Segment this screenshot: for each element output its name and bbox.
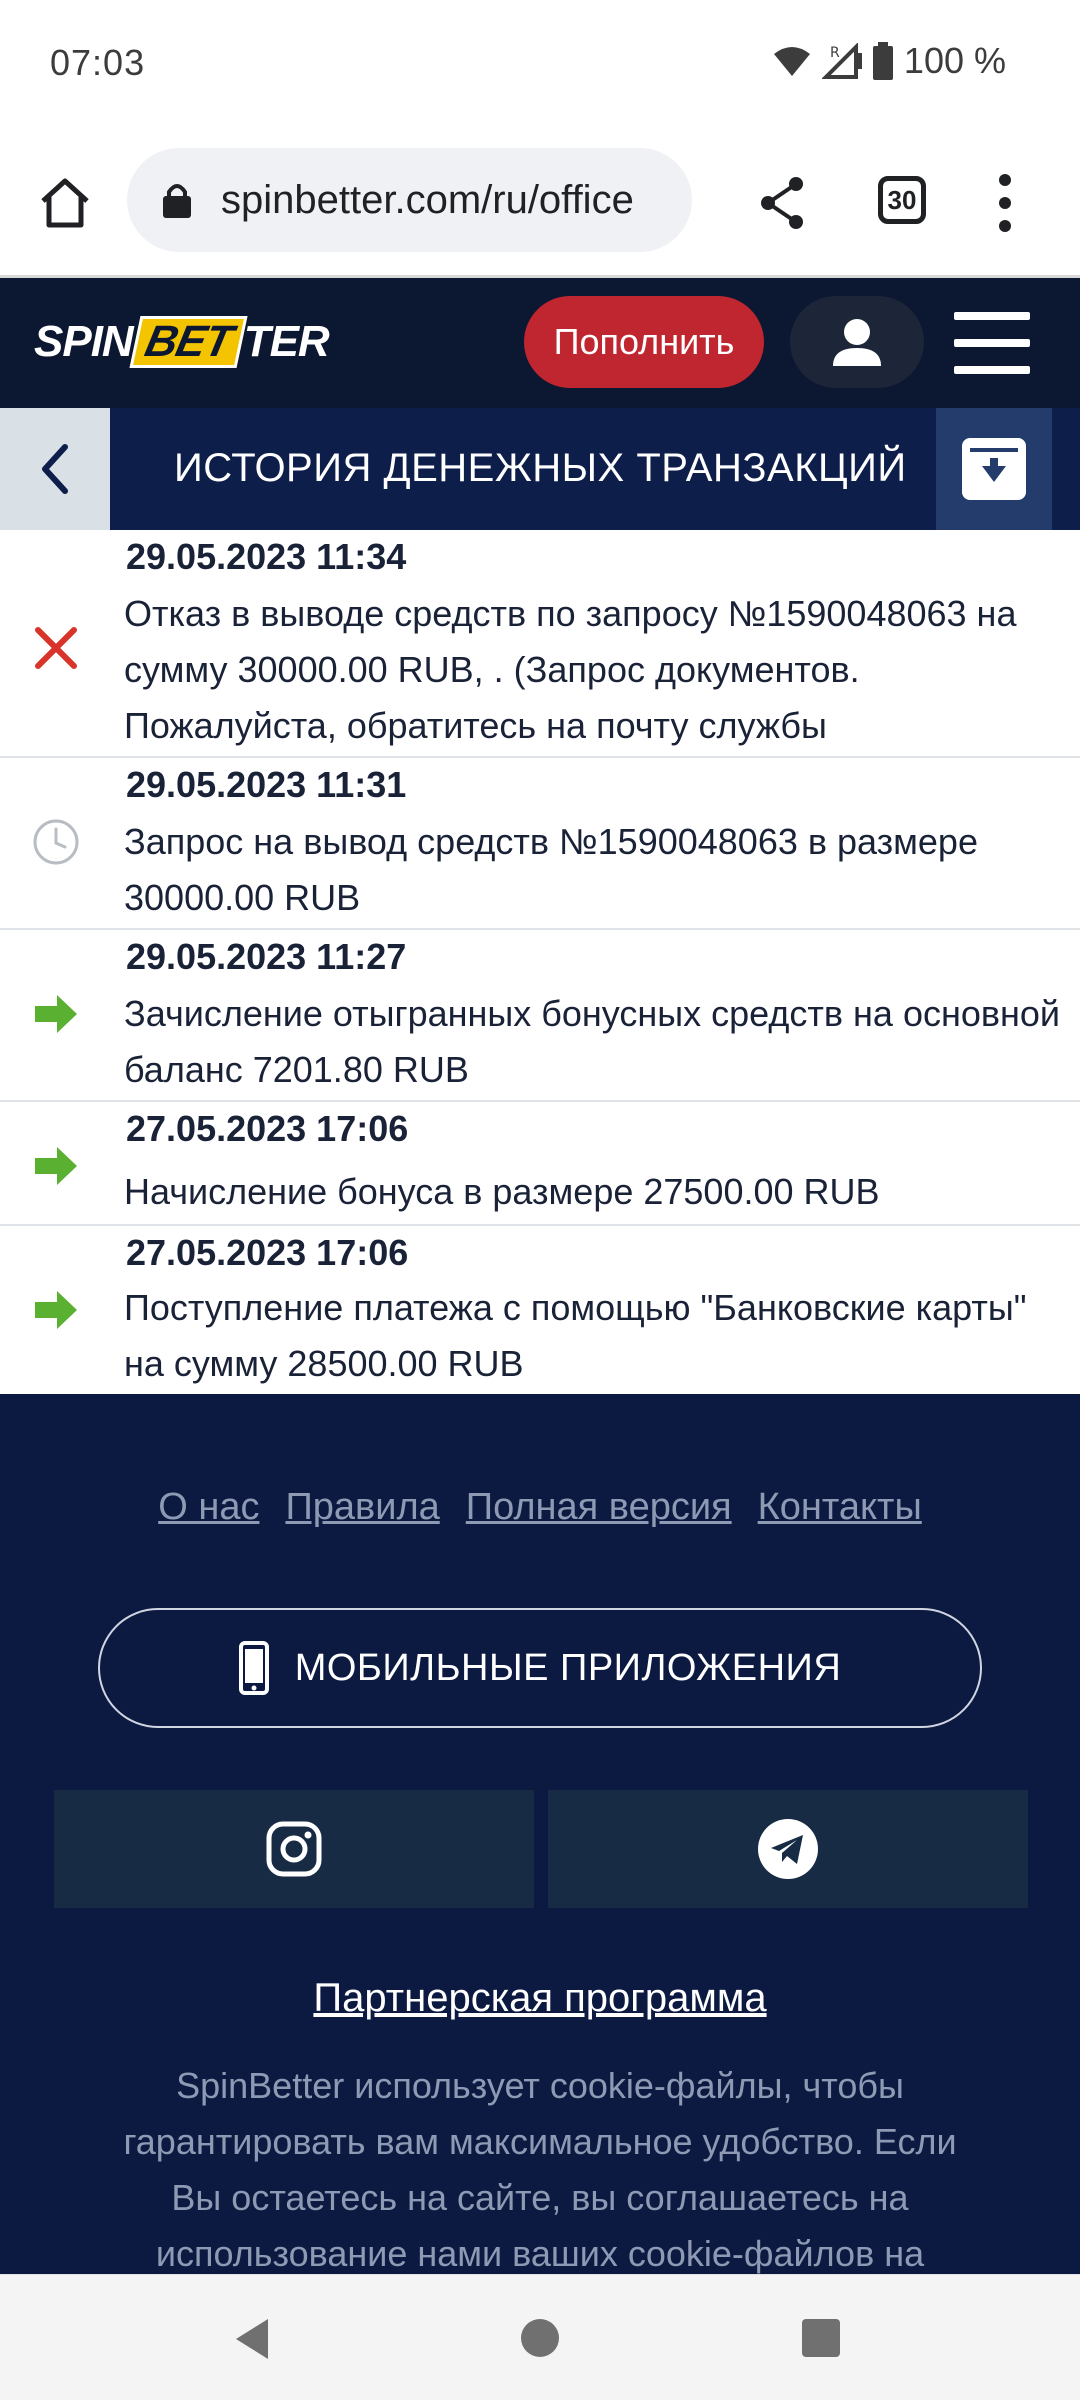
url-text: spinbetter.com/ru/office bbox=[221, 178, 634, 222]
instagram-icon bbox=[266, 1821, 322, 1877]
footer-link-rules[interactable]: Правила bbox=[285, 1486, 439, 1529]
rejected-icon bbox=[28, 620, 84, 676]
battery-icon bbox=[872, 42, 893, 80]
section-title-bar: ИСТОРИЯ ДЕНЕЖНЫХ ТРАНЗАКЦИЙ bbox=[0, 408, 1080, 530]
nav-recents-icon[interactable] bbox=[802, 2319, 840, 2357]
cookie-notice: SpinBetter использует cookie-файлы, чтоб… bbox=[123, 2065, 957, 2274]
home-icon bbox=[41, 178, 89, 228]
telegram-button[interactable] bbox=[548, 1790, 1028, 1908]
transaction-item: 27.05.2023 17:06 Поступление платежа с п… bbox=[0, 1226, 1080, 1394]
back-button[interactable] bbox=[0, 408, 110, 530]
site-footer: О нас Правила Полная версия Контакты МОБ… bbox=[0, 1394, 1080, 2274]
tab-switcher-button[interactable]: 30 bbox=[878, 176, 926, 224]
share-button[interactable] bbox=[750, 170, 816, 236]
system-nav-bar bbox=[0, 2274, 1080, 2400]
transaction-date: 27.05.2023 17:06 bbox=[126, 1232, 409, 1273]
browser-toolbar: spinbetter.com/ru/office 30 bbox=[0, 128, 1080, 278]
svg-text:R: R bbox=[830, 45, 840, 61]
telegram-icon bbox=[758, 1819, 818, 1879]
transaction-description: Зачисление отыгранных бонусных средств н… bbox=[124, 993, 1060, 1090]
more-vert-icon bbox=[999, 174, 1011, 232]
transaction-item: 27.05.2023 17:06 Начисление бонуса в раз… bbox=[0, 1102, 1080, 1226]
smartphone-icon bbox=[238, 1641, 269, 1695]
archive-download-icon bbox=[962, 438, 1026, 500]
clock-icon bbox=[28, 814, 84, 870]
menu-button[interactable] bbox=[954, 312, 1030, 374]
signal-icon: R bbox=[821, 43, 862, 79]
site-header: SPIN BET TER Пополнить bbox=[0, 278, 1080, 408]
arrow-right-icon bbox=[28, 1282, 84, 1338]
status-icons: R 100 % bbox=[772, 40, 1006, 82]
address-bar[interactable]: spinbetter.com/ru/office bbox=[127, 148, 692, 252]
transaction-item: 29.05.2023 11:27 Зачисление отыгранных б… bbox=[0, 930, 1080, 1102]
transaction-description: Начисление бонуса в размере 27500.00 RUB bbox=[124, 1171, 880, 1212]
menu-line bbox=[954, 366, 1030, 374]
mobile-apps-label: МОБИЛЬНЫЕ ПРИЛОЖЕНИЯ bbox=[294, 1646, 842, 1689]
transaction-list: 29.05.2023 11:34 Отказ в выводе средств … bbox=[0, 530, 1080, 1394]
nav-back-icon[interactable] bbox=[232, 2317, 272, 2361]
deposit-button[interactable]: Пополнить bbox=[524, 296, 764, 388]
battery-level: 100 % bbox=[903, 40, 1006, 81]
status-bar: 07:03 R 100 % bbox=[0, 0, 1080, 128]
transaction-date: 29.05.2023 11:27 bbox=[126, 936, 407, 977]
menu-line bbox=[954, 312, 1030, 320]
status-time: 07:03 bbox=[50, 42, 146, 83]
transaction-item: 29.05.2023 11:31 Запрос на вывод средств… bbox=[0, 758, 1080, 930]
transaction-item: 29.05.2023 11:34 Отказ в выводе средств … bbox=[0, 530, 1080, 802]
spinbetter-logo[interactable]: SPIN BET TER bbox=[34, 316, 330, 368]
transaction-date: 27.05.2023 17:06 bbox=[126, 1108, 409, 1149]
wifi-icon bbox=[773, 47, 810, 76]
transaction-date: 29.05.2023 11:34 bbox=[126, 536, 407, 577]
user-icon bbox=[833, 319, 881, 366]
footer-link-contacts[interactable]: Контакты bbox=[758, 1486, 922, 1529]
arrow-right-icon bbox=[28, 1138, 84, 1194]
mobile-apps-button[interactable]: МОБИЛЬНЫЕ ПРИЛОЖЕНИЯ bbox=[98, 1608, 982, 1728]
profile-button[interactable] bbox=[790, 296, 924, 388]
nav-home-icon[interactable] bbox=[521, 2319, 559, 2357]
partner-program-link[interactable]: Партнерская программа bbox=[0, 1976, 1080, 2021]
transaction-description: Поступление платежа с помощью "Банковски… bbox=[124, 1287, 1027, 1384]
lock-icon bbox=[163, 184, 191, 218]
archive-button[interactable] bbox=[936, 408, 1052, 530]
chevron-left-icon bbox=[42, 444, 68, 494]
footer-links: О нас Правила Полная версия Контакты bbox=[0, 1486, 1080, 1529]
transaction-date: 29.05.2023 11:31 bbox=[126, 764, 407, 805]
menu-line bbox=[954, 339, 1030, 347]
page-title: ИСТОРИЯ ДЕНЕЖНЫХ ТРАНЗАКЦИЙ bbox=[174, 446, 907, 490]
instagram-button[interactable] bbox=[54, 1790, 534, 1908]
transaction-description: Запрос на вывод средств №1590048063 в ра… bbox=[124, 821, 978, 918]
share-icon bbox=[761, 177, 803, 229]
footer-link-full-version[interactable]: Полная версия bbox=[466, 1486, 732, 1529]
arrow-right-icon bbox=[28, 986, 84, 1042]
footer-link-about[interactable]: О нас bbox=[158, 1486, 259, 1529]
browser-menu-button[interactable] bbox=[990, 172, 1020, 234]
browser-home-button[interactable] bbox=[30, 168, 100, 238]
